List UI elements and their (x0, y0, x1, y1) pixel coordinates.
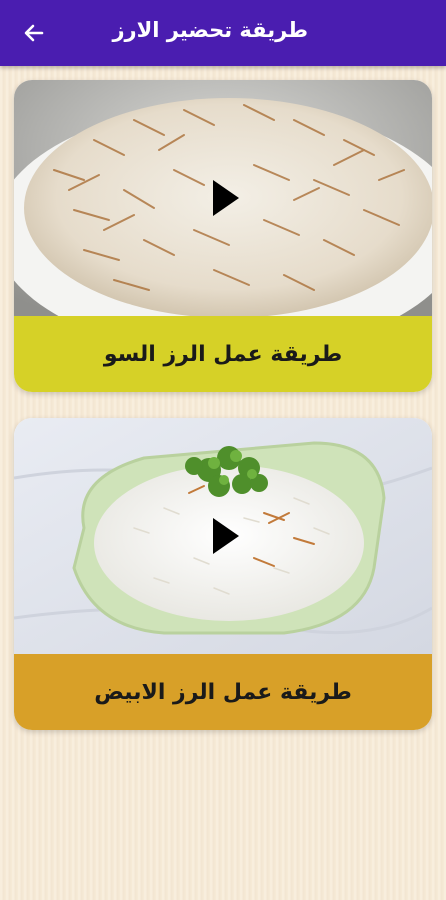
play-icon[interactable] (211, 178, 241, 218)
recipe-thumbnail[interactable] (14, 418, 432, 654)
recipe-card-vermicelli-rice[interactable]: طريقة عمل الرز السو (14, 80, 432, 392)
page-title: طريقة تحضير الارز (112, 18, 308, 42)
recipe-title[interactable]: طريقة عمل الرز الابيض (14, 654, 432, 730)
recipe-card-white-rice[interactable]: طريقة عمل الرز الابيض (14, 418, 432, 730)
back-button[interactable] (14, 13, 54, 53)
app-bar: طريقة تحضير الارز (0, 0, 446, 66)
play-icon[interactable] (211, 516, 241, 556)
arrow-left-icon (24, 24, 44, 42)
recipe-thumbnail[interactable] (14, 80, 432, 316)
recipe-title[interactable]: طريقة عمل الرز السو (14, 316, 432, 392)
